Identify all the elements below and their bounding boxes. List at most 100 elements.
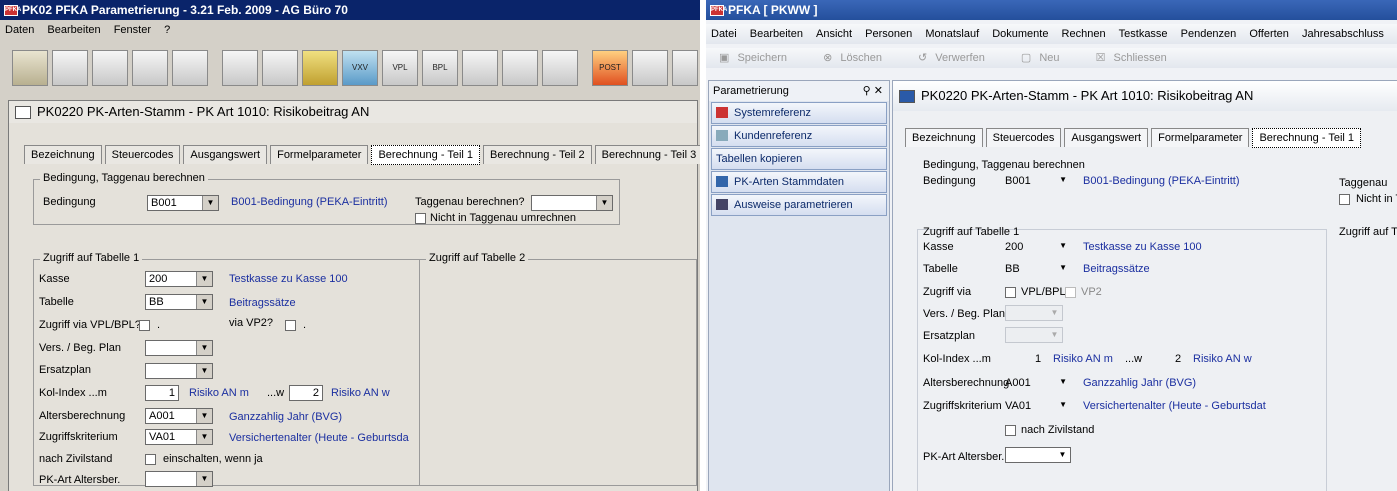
chevron-down-icon[interactable]: ▼ <box>196 272 212 286</box>
tab-steuercodes[interactable]: Steuercodes <box>104 145 181 164</box>
vers-plan-select[interactable]: ▼ <box>145 340 213 356</box>
kasse-select[interactable]: 200 ▼ <box>1005 241 1071 257</box>
vp2-checkbox[interactable] <box>1065 287 1076 298</box>
discard-button[interactable]: ↺ Verwerfen <box>918 52 999 64</box>
kol-index-m-input[interactable]: 1 <box>145 385 179 401</box>
nav-item-kundenreferenz[interactable]: Kundenreferenz <box>711 125 887 147</box>
kol-index-w-input[interactable]: 2 <box>1175 353 1181 365</box>
menu-ansicht[interactable]: Ansicht <box>816 28 852 40</box>
form-icon[interactable] <box>302 50 338 86</box>
chart2-icon[interactable] <box>172 50 208 86</box>
vpl-icon[interactable]: VPL <box>382 50 418 86</box>
menu-daten[interactable]: Daten <box>5 24 34 36</box>
post-icon[interactable]: POST <box>592 50 628 86</box>
altersberechnung-select[interactable]: A001 ▼ <box>1005 377 1071 393</box>
tab-bezeichnung[interactable]: Bezeichnung <box>24 145 102 164</box>
nav-item-systemreferenz[interactable]: Systemreferenz <box>711 102 887 124</box>
menu-fenster[interactable]: Fenster <box>114 24 151 36</box>
nicht-in-taggenau-checkbox[interactable] <box>415 213 426 224</box>
menu-dokumente[interactable]: Dokumente <box>992 28 1048 40</box>
vers-plan-select[interactable]: ▼ <box>1005 305 1063 321</box>
altersberechnung-select[interactable]: A001 ▼ <box>145 408 213 424</box>
nav-item-pk-arten[interactable]: PK-Arten Stammdaten <box>711 171 887 193</box>
chevron-down-icon[interactable]: ▼ <box>196 295 212 309</box>
bedingung-select[interactable]: B001 ▼ <box>147 195 219 211</box>
menu-jahresabschluss[interactable]: Jahresabschluss <box>1302 28 1384 40</box>
vxv-icon[interactable]: VXV <box>342 50 378 86</box>
vpl-bpl-checkbox[interactable] <box>1005 287 1016 298</box>
ersatzplan-select[interactable]: ▼ <box>1005 327 1063 343</box>
vp2-checkbox[interactable] <box>285 320 296 331</box>
people2-icon[interactable] <box>92 50 128 86</box>
tab-formelparameter[interactable]: Formelparameter <box>270 145 369 164</box>
chevron-down-icon[interactable]: ▼ <box>196 364 212 378</box>
pk-art-altersber-select[interactable]: ▼ <box>1005 447 1071 463</box>
menu-offerten[interactable]: Offerten <box>1249 28 1289 40</box>
chevron-down-icon[interactable]: ▼ <box>1055 448 1070 462</box>
zugriffskriterium-select[interactable]: VA01 ▼ <box>145 429 213 445</box>
tab-berechnung-3[interactable]: Berechnung - Teil 3 <box>594 145 700 164</box>
menu-datei[interactable]: Datei <box>711 28 737 40</box>
zivilstand-checkbox[interactable] <box>145 454 156 465</box>
chart3-icon[interactable] <box>632 50 668 86</box>
nav-item-tabellen-kopieren[interactable]: Tabellen kopieren <box>711 148 887 170</box>
tree2-icon[interactable] <box>262 50 298 86</box>
chevron-down-icon[interactable]: ▼ <box>1047 306 1062 320</box>
chevron-down-icon[interactable]: ▼ <box>196 472 212 486</box>
menu-personen[interactable]: Personen <box>865 28 912 40</box>
check-icon[interactable] <box>672 50 698 86</box>
kol-index-m-input[interactable]: 1 <box>1035 353 1041 365</box>
bpl-icon[interactable]: BPL <box>422 50 458 86</box>
chevron-down-icon[interactable]: ▼ <box>1059 400 1067 409</box>
zugriffskriterium-select[interactable]: VA01 ▼ <box>1005 400 1071 416</box>
tab-formelparameter[interactable]: Formelparameter <box>1151 128 1250 147</box>
person2-icon[interactable] <box>502 50 538 86</box>
nav-item-ausweise[interactable]: Ausweise parametrieren <box>711 194 887 216</box>
tab-bezeichnung[interactable]: Bezeichnung <box>905 128 983 147</box>
menu-pendenzen[interactable]: Pendenzen <box>1181 28 1237 40</box>
chevron-down-icon[interactable]: ▼ <box>1059 241 1067 250</box>
kol-index-w-input[interactable]: 2 <box>289 385 323 401</box>
save-button[interactable]: ▣ Speichern <box>719 52 801 64</box>
kasse-select[interactable]: 200 ▼ <box>145 271 213 287</box>
tab-berechnung-1[interactable]: Berechnung - Teil 1 <box>371 145 481 165</box>
chevron-down-icon[interactable]: ▼ <box>596 196 612 210</box>
menu-help[interactable]: ? <box>164 24 170 36</box>
tab-ausgangswert[interactable]: Ausgangswert <box>1064 128 1149 147</box>
zivilstand-checkbox[interactable] <box>1005 425 1016 436</box>
nicht-in-taggenau-checkbox[interactable] <box>1339 194 1350 205</box>
menu-bearbeiten[interactable]: Bearbeiten <box>750 28 803 40</box>
house-icon[interactable] <box>132 50 168 86</box>
tabelle-select[interactable]: BB ▼ <box>1005 263 1071 279</box>
chevron-down-icon[interactable]: ▼ <box>202 196 218 210</box>
person-icon[interactable] <box>462 50 498 86</box>
chevron-down-icon[interactable]: ▼ <box>196 341 212 355</box>
tab-berechnung-2[interactable]: Berechnung - Teil 2 <box>483 145 592 164</box>
tab-berechnung-1[interactable]: Berechnung - Teil 1 <box>1252 128 1362 148</box>
pk-art-altersber-select[interactable]: ▼ <box>145 471 213 487</box>
menu-rechnen[interactable]: Rechnen <box>1062 28 1106 40</box>
menu-bearbeiten[interactable]: Bearbeiten <box>47 24 100 36</box>
pin-close-icon[interactable]: ⚲ ✕ <box>863 81 883 101</box>
new-button[interactable]: ▢ Neu <box>1021 52 1074 64</box>
chevron-down-icon[interactable]: ▼ <box>1059 263 1067 272</box>
close-button[interactable]: ☒ Schliessen <box>1096 52 1181 64</box>
menu-monatslauf[interactable]: Monatslauf <box>925 28 979 40</box>
calc-icon[interactable] <box>542 50 578 86</box>
tree-icon[interactable] <box>222 50 258 86</box>
chevron-down-icon[interactable]: ▼ <box>1059 175 1067 184</box>
menu-testkasse[interactable]: Testkasse <box>1119 28 1168 40</box>
chevron-down-icon[interactable]: ▼ <box>196 409 212 423</box>
delete-button[interactable]: ⊗ Löschen <box>823 52 896 64</box>
chart-icon[interactable] <box>12 50 48 86</box>
tabelle-select[interactable]: BB ▼ <box>145 294 213 310</box>
chevron-down-icon[interactable]: ▼ <box>1059 377 1067 386</box>
taggenau-select[interactable]: ▼ <box>531 195 613 211</box>
tab-ausgangswert[interactable]: Ausgangswert <box>183 145 268 164</box>
bedingung-select[interactable]: B001 ▼ <box>1005 175 1071 191</box>
tab-steuercodes[interactable]: Steuercodes <box>985 128 1062 147</box>
ersatzplan-select[interactable]: ▼ <box>145 363 213 379</box>
chevron-down-icon[interactable]: ▼ <box>1047 328 1062 342</box>
chevron-down-icon[interactable]: ▼ <box>196 430 212 444</box>
zugriff-vpl-bpl-checkbox[interactable] <box>139 320 150 331</box>
